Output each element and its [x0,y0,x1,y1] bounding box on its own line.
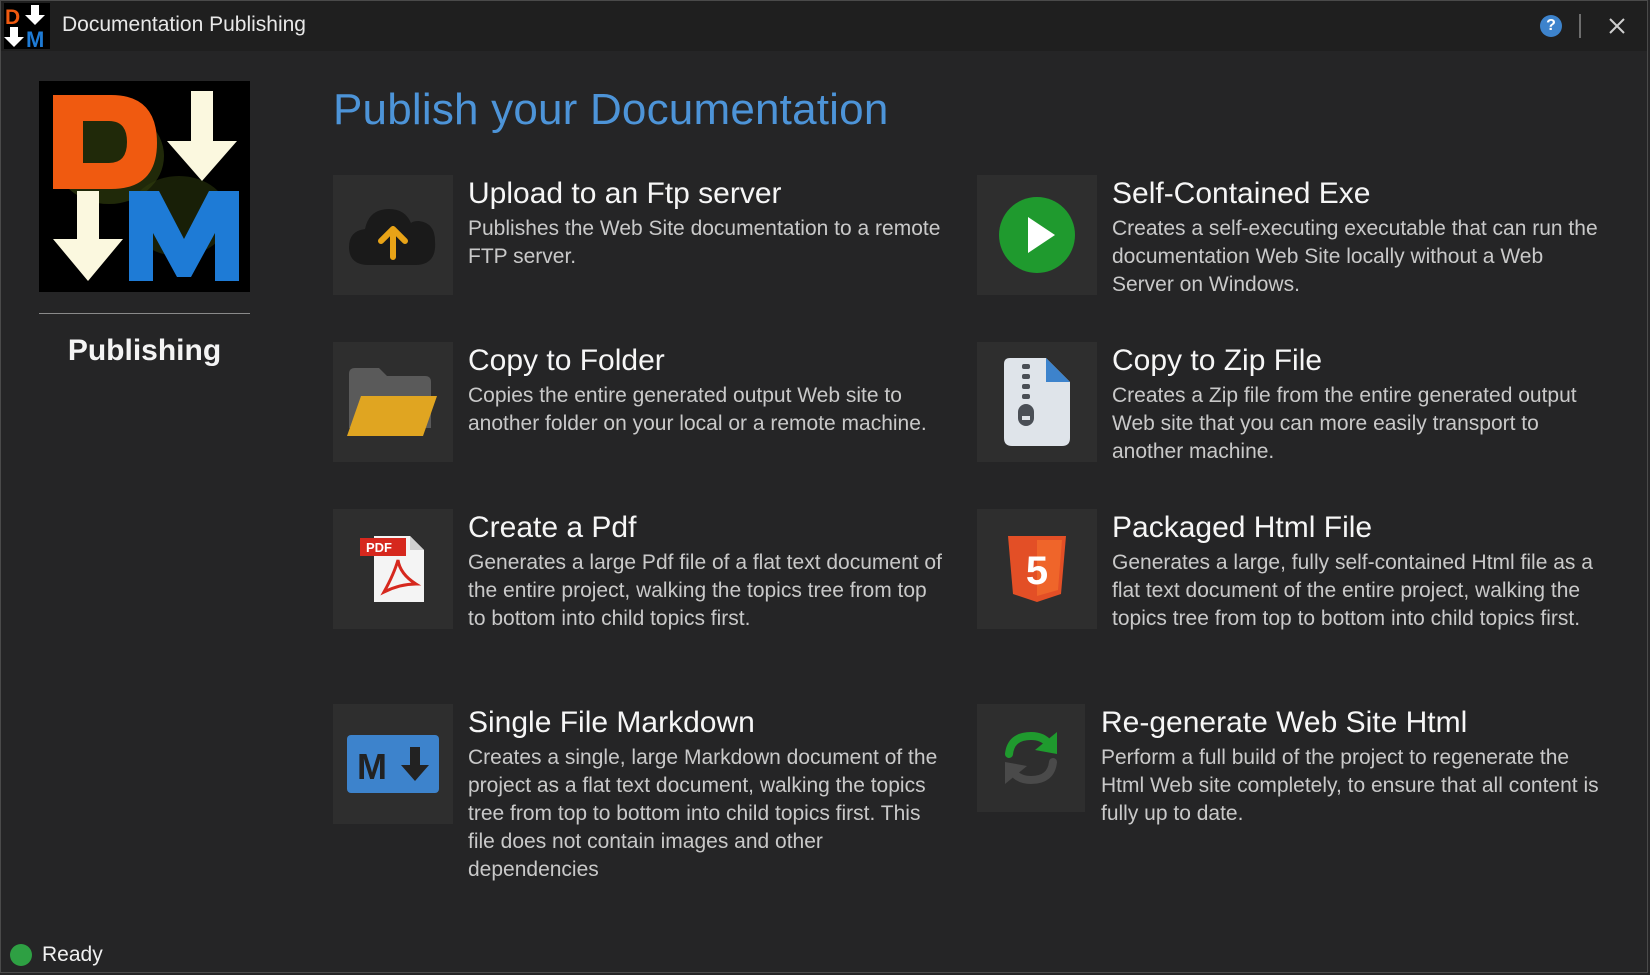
option-title: Packaged Html File [1112,511,1373,544]
option-title: Re-generate Web Site Html [1101,706,1468,739]
cloud-upload-icon [349,209,436,265]
product-logo [39,81,250,292]
sidebar-section-label: Publishing [67,334,222,367]
status-text: Ready [42,943,103,966]
option-copy-zip[interactable]: Copy to Zip File Creates a Zip file from… [977,342,1597,472]
html5-icon: 5 [1008,536,1066,602]
option-upload-ftp[interactable]: Upload to an Ftp server Publishes the We… [333,175,953,305]
svg-text:M: M [26,27,44,49]
option-icon-tile [977,704,1085,812]
option-icon-tile: M [333,704,453,824]
titlebar-divider [1579,14,1581,38]
svg-text:D: D [5,6,20,29]
option-description: Generates a large Pdf file of a flat tex… [468,551,942,630]
option-description: Copies the entire generated output Web s… [468,384,927,435]
option-icon-tile [977,175,1097,295]
option-title: Single File Markdown [468,706,755,739]
option-description: Publishes the Web Site documentation to … [468,217,941,268]
option-copy-folder[interactable]: Copy to Folder Copies the entire generat… [333,342,953,472]
option-description: Creates a self-executing executable that… [1112,217,1598,296]
option-icon-tile [333,175,453,295]
play-icon [999,197,1075,273]
option-description: Creates a single, large Markdown documen… [468,746,938,881]
folder-icon [347,368,437,436]
option-single-markdown[interactable]: M Single File Markdown Creates a single,… [333,704,953,894]
window-title: Documentation Publishing [62,13,306,36]
option-self-contained-exe[interactable]: Self-Contained Exe Creates a self-execut… [977,175,1598,305]
option-title: Create a Pdf [468,511,637,544]
sidebar-divider [39,313,250,314]
option-icon-tile: PDF [333,509,453,629]
option-icon-tile [333,342,453,462]
option-description: Perform a full build of the project to r… [1101,746,1599,825]
option-description: Generates a large, fully self-contained … [1112,551,1593,630]
pdf-icon: PDF [360,536,424,602]
status-indicator [10,944,32,966]
option-create-pdf[interactable]: PDF Create a Pdf Generates a large Pdf f… [333,509,953,639]
refresh-icon [1005,731,1057,785]
markdown-icon: M [347,735,439,793]
option-description: Creates a Zip file from the entire gener… [1112,384,1577,463]
option-title: Self-Contained Exe [1112,177,1371,210]
app-window: D M Documentation Publishing ? Publishin… [0,0,1648,973]
svg-text:M: M [357,746,387,787]
zip-file-icon [1004,358,1070,446]
page-title: Publish your Documentation [333,85,889,134]
option-icon-tile [977,342,1097,462]
option-packaged-html[interactable]: 5 Packaged Html File Generates a large, … [977,509,1597,639]
option-title: Copy to Zip File [1112,344,1323,377]
title-bar[interactable]: D M Documentation Publishing ? [1,1,1647,51]
option-title: Upload to an Ftp server [468,177,782,210]
app-logo-icon: D M [4,3,50,49]
option-title: Copy to Folder [468,344,665,377]
close-icon[interactable] [1605,14,1629,38]
svg-text:5: 5 [1026,549,1048,593]
option-icon-tile: 5 [977,509,1097,629]
option-regenerate-html[interactable]: Re-generate Web Site Html Perform a full… [977,704,1599,834]
question-circle-icon[interactable]: ? [1540,15,1562,37]
svg-text:PDF: PDF [366,540,392,555]
